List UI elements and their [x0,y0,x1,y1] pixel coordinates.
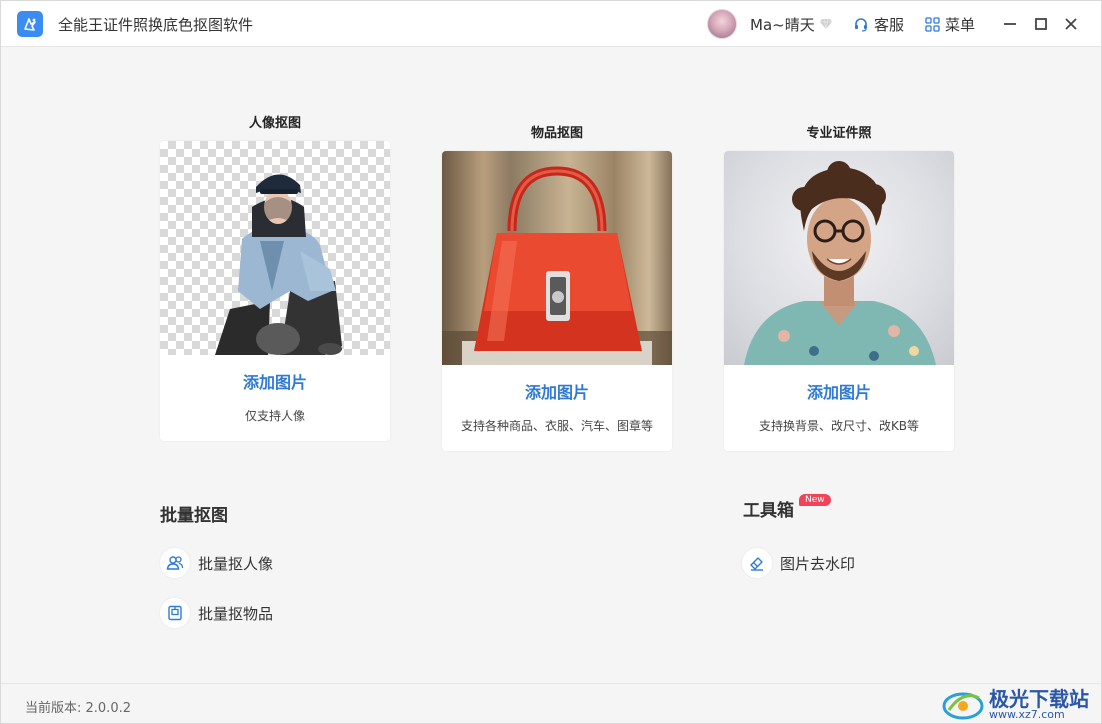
maximize-button[interactable] [1030,13,1052,35]
site-logo-icon [942,692,984,720]
watermark-text: 极光下载站 [989,687,1089,711]
person-illustration [215,174,342,355]
batch-portrait-label: 批量抠人像 [198,554,274,573]
card-title-object: 物品抠图 [530,126,583,141]
maximize-icon [1035,18,1047,30]
app-window: 全能王证件照换底色抠图软件 Ma~晴天 客服 菜单 人像抠图 添加图片 仅支持人… [0,0,1102,724]
handbag-illustration [442,166,672,365]
batch-portrait-item[interactable]: 批量抠人像 [160,548,273,578]
batch-section-title: 批量抠图 [160,506,228,526]
new-badge: New [799,494,831,506]
app-logo-icon [17,11,43,37]
object-sample-image [442,151,672,365]
toolbox-section-title: 工具箱 [743,501,794,521]
box-icon [160,598,190,628]
add-image-button-portrait[interactable]: 添加图片 [160,369,390,393]
minimize-icon [1004,23,1016,25]
card-title-portrait: 人像抠图 [248,116,301,131]
batch-object-item[interactable]: 批量抠物品 [160,598,273,628]
title-bar: 全能王证件照换底色抠图软件 Ma~晴天 客服 菜单 [1,1,1101,47]
card-desc-object: 支持各种商品、衣服、汽车、图章等 [460,419,653,433]
app-title: 全能王证件照换底色抠图软件 [58,16,254,34]
menu-button[interactable]: 菜单 [925,14,975,35]
add-image-button-id-photo[interactable]: 添加图片 [724,379,954,403]
grid-icon [925,17,940,32]
diamond-icon [819,18,832,30]
site-watermark: 极光下载站 www.xz7.com [941,688,1091,722]
card-id-photo[interactable]: 添加图片 支持换背景、改尺寸、改KB等 [724,151,954,451]
close-button[interactable] [1060,13,1082,35]
customer-service-button[interactable]: 客服 [853,14,904,35]
card-object-cutout[interactable]: 添加图片 支持各种商品、衣服、汽车、图章等 [442,151,672,451]
remove-watermark-item[interactable]: 图片去水印 [742,548,855,578]
batch-object-label: 批量抠物品 [198,604,274,623]
eraser-icon [742,548,772,578]
minimize-button[interactable] [999,13,1021,35]
username[interactable]: Ma~晴天 [750,14,815,35]
remove-watermark-label: 图片去水印 [780,554,856,573]
card-desc-portrait: 仅支持人像 [244,409,305,423]
avatar[interactable] [707,9,737,39]
card-title-id-photo: 专业证件照 [806,126,872,141]
user-account[interactable]: Ma~晴天 [707,9,833,39]
version-label: 当前版本: 2.0.0.2 [25,701,131,716]
portrait-sample-image [160,141,390,355]
status-bar: 当前版本: 2.0.0.2 极光下载站 www.xz7.com [1,683,1101,723]
card-portrait-cutout[interactable]: 添加图片 仅支持人像 [160,141,390,441]
add-image-button-object[interactable]: 添加图片 [442,379,672,403]
users-icon [160,548,190,578]
menu-label: 菜单 [945,16,976,34]
service-label: 客服 [874,16,905,34]
id-photo-sample-image [724,151,954,365]
headset-icon [855,17,867,32]
card-desc-id-photo: 支持换背景、改尺寸、改KB等 [758,419,920,433]
close-icon [1065,18,1077,30]
man-portrait-illustration [744,161,936,365]
